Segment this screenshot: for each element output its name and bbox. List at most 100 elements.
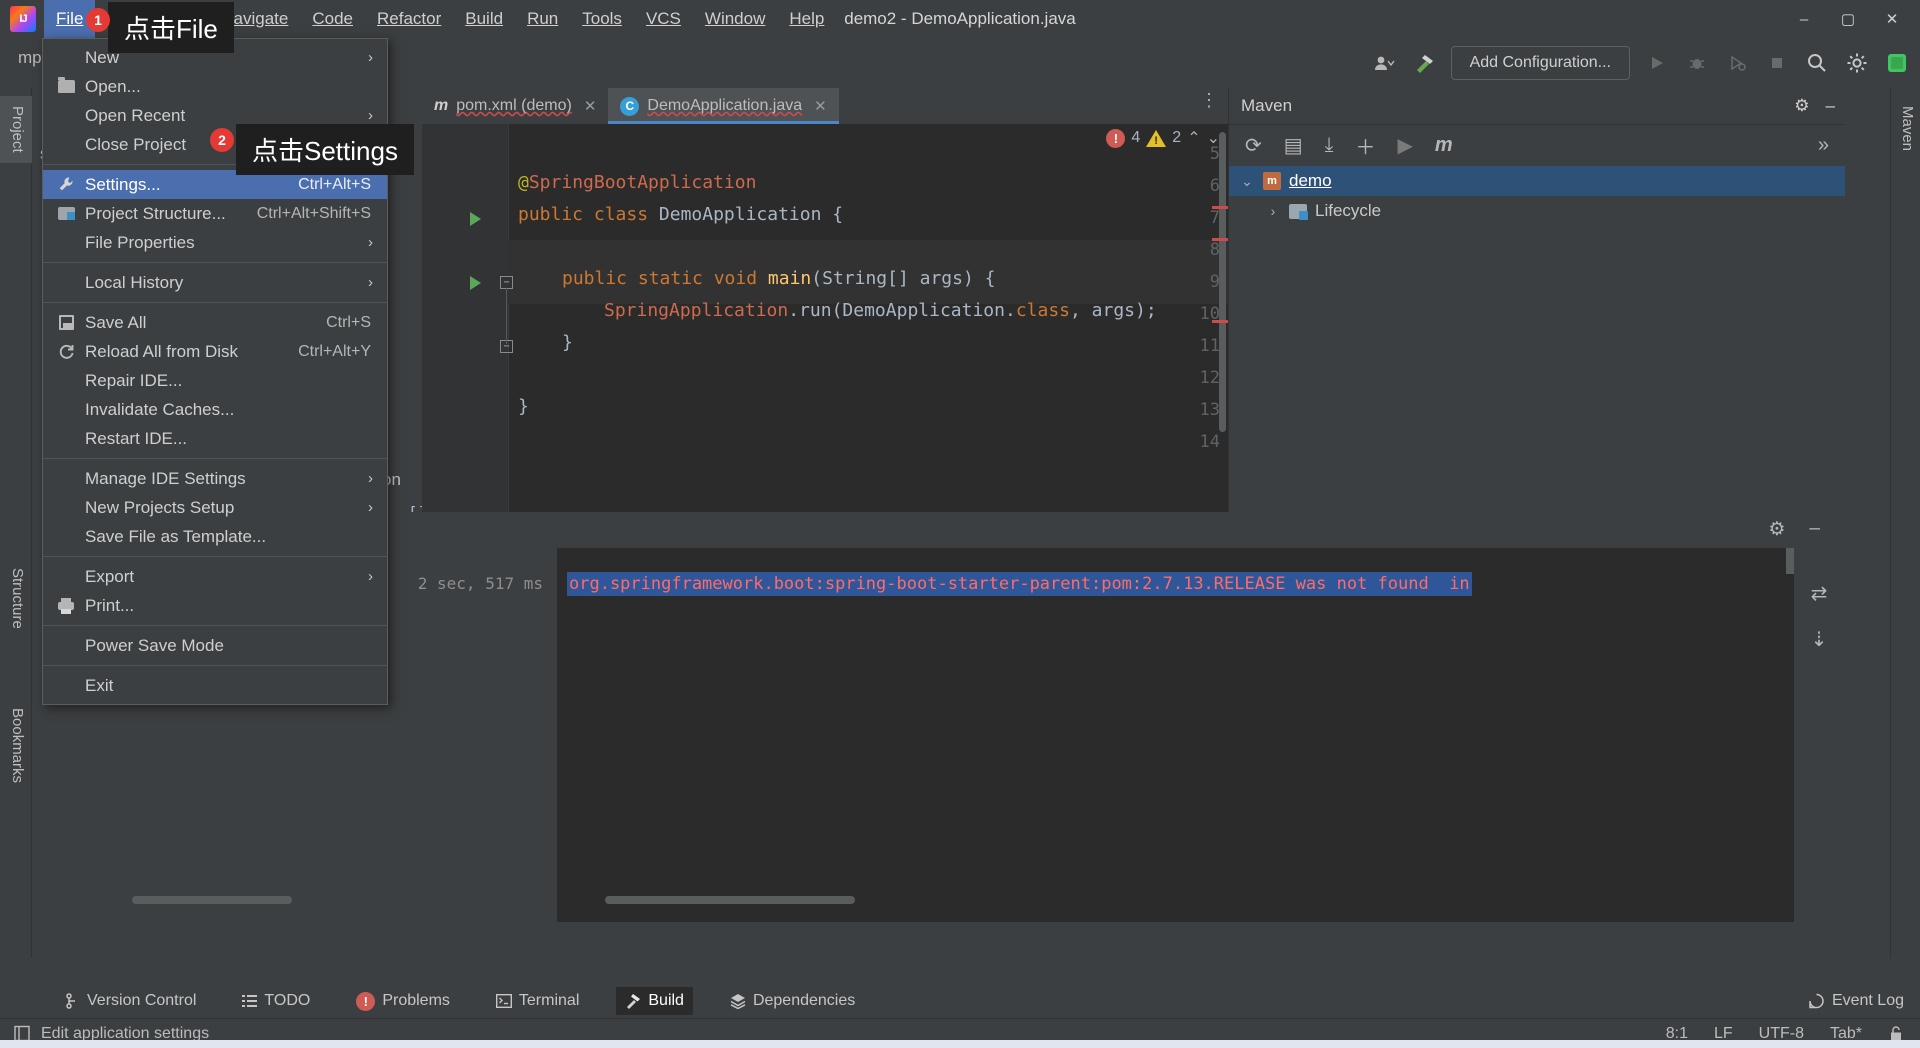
build-console-vertical-scrollbar[interactable] [1786, 548, 1794, 574]
menu-build[interactable]: Build [453, 0, 515, 38]
minimize-icon[interactable]: – [1826, 96, 1835, 116]
file-menu-item-file-properties[interactable]: File Properties › [43, 228, 387, 257]
scroll-to-end-icon[interactable]: ⇣ [1794, 616, 1844, 662]
code-token-springbootapplication: SpringBootApplication [528, 172, 757, 193]
code-editor[interactable]: 5 6 7 8 9 10 11 12 13 14 − − @SpringBoot… [422, 124, 1228, 512]
close-button[interactable]: ✕ [1870, 0, 1914, 38]
editor-gutter[interactable] [422, 124, 508, 512]
build-hammer-icon[interactable] [1411, 50, 1437, 76]
user-icon[interactable] [1371, 50, 1397, 76]
chevron-right-icon[interactable]: › [1265, 203, 1281, 219]
stop-icon[interactable] [1764, 50, 1790, 76]
gear-icon[interactable] [1844, 50, 1870, 76]
maven-tree-item-lifecycle[interactable]: › Lifecycle [1229, 196, 1845, 226]
build-console[interactable]: org.springframework.boot:spring-boot-sta… [557, 548, 1794, 922]
file-menu-item-save-file-as-template[interactable]: Save File as Template... [43, 522, 387, 551]
file-menu-item-new-projects-setup[interactable]: New Projects Setup › [43, 493, 387, 522]
sidebar-item-project[interactable]: Project [0, 96, 32, 163]
os-taskbar [0, 1040, 1920, 1048]
save-icon [56, 314, 76, 332]
sidebar-item-bookmarks[interactable]: Bookmarks [0, 698, 32, 793]
editor-tab-pom-xml[interactable]: m pom.xml (demo) ✕ [422, 88, 608, 124]
maven-tree-item-demo[interactable]: ⌄ m demo [1229, 166, 1845, 196]
debug-icon[interactable] [1684, 50, 1710, 76]
event-log-label: Event Log [1831, 992, 1904, 1009]
file-menu-item-repair-ide[interactable]: Repair IDE... [43, 366, 387, 395]
tab-version-control[interactable]: Version Control [56, 987, 205, 1015]
file-menu-item-print[interactable]: Print... [43, 591, 387, 620]
editor-vertical-scrollbar[interactable] [1219, 132, 1226, 432]
toolbar-right-group: Add Configuration... [1371, 38, 1910, 88]
menu-vcs[interactable]: VCS [634, 0, 693, 38]
file-menu-item-export[interactable]: Export › [43, 562, 387, 591]
more-icon[interactable]: » [1818, 134, 1829, 157]
add-configuration-button[interactable]: Add Configuration... [1450, 46, 1630, 80]
previous-problem-icon[interactable]: ⌃ [1187, 128, 1200, 148]
menu-code[interactable]: Code [300, 0, 365, 38]
tab-terminal[interactable]: Terminal [487, 987, 588, 1015]
generate-sources-icon[interactable]: ▤ [1284, 133, 1303, 158]
build-console-horizontal-scrollbar[interactable] [605, 896, 855, 904]
minimize-button[interactable]: – [1782, 0, 1826, 38]
file-menu-item-power-save-mode[interactable]: Power Save Mode [43, 631, 387, 660]
sidebar-item-structure[interactable]: Structure [0, 558, 32, 639]
run-maven-build-icon[interactable]: ▶ [1398, 133, 1413, 158]
file-menu-item-exit[interactable]: Exit [43, 671, 387, 700]
menu-refactor[interactable]: Refactor [365, 0, 453, 38]
menu-run[interactable]: Run [515, 0, 570, 38]
tab-build[interactable]: Build [616, 987, 693, 1015]
maven-panel-title: Maven [1241, 96, 1293, 115]
close-icon[interactable]: ✕ [814, 97, 827, 115]
file-menu-item-project-structure[interactable]: Project Structure... Ctrl+Alt+Shift+S [43, 199, 387, 228]
right-tool-strip: Maven [1890, 88, 1920, 958]
tab-problems[interactable]: ! Problems [347, 987, 459, 1016]
run-icon[interactable] [1644, 50, 1670, 76]
menu-help[interactable]: Help [777, 0, 836, 38]
event-log-button[interactable]: Event Log [1808, 984, 1904, 1018]
window-controls: – ▢ ✕ [1782, 0, 1914, 38]
reload-icon[interactable]: ⟳ [1245, 133, 1262, 158]
file-menu-item-manage-ide-settings[interactable]: Manage IDE Settings › [43, 464, 387, 493]
editor-tab-demoapplication-java[interactable]: C DemoApplication.java ✕ [608, 88, 840, 124]
error-stripe-mark[interactable] [1212, 238, 1228, 241]
minimize-icon[interactable]: – [1809, 518, 1820, 541]
ide-logo-icon[interactable] [1884, 50, 1910, 76]
close-icon[interactable]: ✕ [584, 97, 597, 115]
search-icon[interactable] [1804, 50, 1830, 76]
menu-separator [43, 665, 387, 666]
maven-projects-tree[interactable]: ⌄ m demo › Lifecycle [1229, 166, 1845, 512]
execute-goal-icon[interactable]: m [1435, 134, 1453, 157]
editor-area: m pom.xml (demo) ✕ C DemoApplication.jav… [422, 88, 1228, 512]
error-stripe-mark[interactable] [1212, 320, 1228, 323]
file-menu-item-open[interactable]: Open... [43, 72, 387, 101]
error-stripe-mark[interactable] [1212, 206, 1228, 209]
file-menu-item-restart-ide[interactable]: Restart IDE... [43, 424, 387, 453]
menu-window[interactable]: Window [693, 0, 777, 38]
maximize-button[interactable]: ▢ [1826, 0, 1870, 38]
tab-todo[interactable]: TODO [233, 987, 319, 1015]
build-left-horizontal-scrollbar[interactable] [132, 896, 292, 904]
add-maven-project-icon[interactable]: ＋ [1356, 131, 1376, 160]
menu-tools[interactable]: Tools [570, 0, 634, 38]
chevron-down-icon[interactable]: ⌄ [1239, 173, 1255, 190]
coverage-icon[interactable] [1724, 50, 1750, 76]
run-class-gutter-icon[interactable] [470, 212, 481, 226]
file-menu-item-invalidate-caches[interactable]: Invalidate Caches... [43, 395, 387, 424]
gear-icon[interactable]: ⚙ [1794, 96, 1809, 116]
file-menu-item-project-structure-label: Project Structure... [85, 203, 226, 223]
toggle-tasks-icon[interactable]: ⇄ [1794, 570, 1844, 616]
run-method-gutter-icon[interactable] [470, 276, 481, 290]
next-problem-icon[interactable]: ⌄ [1207, 128, 1220, 148]
reload-icon [56, 343, 76, 361]
download-sources-icon[interactable]: ⤓ [1325, 134, 1334, 157]
file-menu-item-save-all[interactable]: Save All Ctrl+S [43, 308, 387, 337]
file-menu-item-reload-all-from-disk[interactable]: Reload All from Disk Ctrl+Alt+Y [43, 337, 387, 366]
terminal-icon [495, 994, 512, 1008]
gear-icon[interactable]: ⚙ [1768, 518, 1785, 541]
tab-dependencies[interactable]: Dependencies [721, 987, 864, 1015]
file-menu-item-local-history[interactable]: Local History › [43, 268, 387, 297]
file-menu-item-invalidate-caches-label: Invalidate Caches... [85, 399, 235, 419]
editor-options-kebab-icon[interactable]: ⋮ [1200, 91, 1218, 109]
chevron-right-icon: › [368, 499, 373, 516]
sidebar-item-maven[interactable]: Maven [1890, 96, 1920, 161]
